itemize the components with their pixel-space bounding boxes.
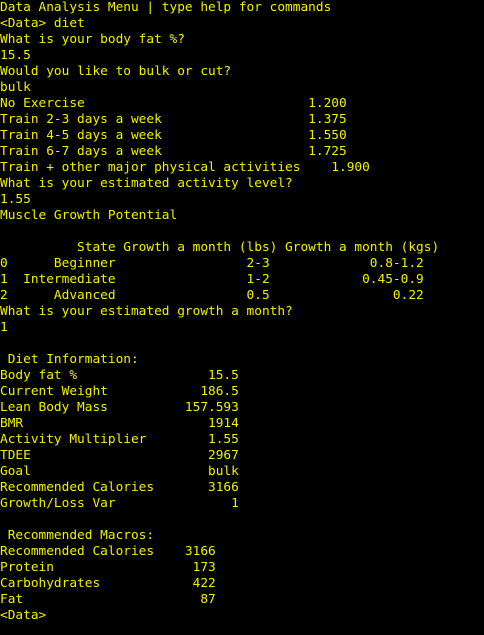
bulk-cut-answer: bulk <box>0 80 31 95</box>
growth-question: What is your estimated growth a month? <box>0 304 293 319</box>
growth-table-row: 2 Advanced 0.5 0.22 <box>0 288 424 303</box>
input-prompt[interactable]: <Data> <box>0 608 484 624</box>
growth-answer: 1 <box>0 320 8 335</box>
bulk-cut-question: Would you like to bulk or cut? <box>0 64 232 79</box>
diet-info-row: Lean Body Mass 157.593 <box>0 400 239 415</box>
diet-info-heading: Diet Information: <box>0 352 139 367</box>
macros-row: Fat 87 <box>0 592 216 607</box>
activity-option: Train 4-5 days a week 1.550 <box>0 128 347 143</box>
terminal-window[interactable]: Data Analysis Menu | type help for comma… <box>0 0 484 635</box>
diet-info-row: Growth/Loss Var 1 <box>0 496 239 511</box>
activity-option: Train 2-3 days a week 1.375 <box>0 112 347 127</box>
growth-table-header: State Growth a month (lbs) Growth a mont… <box>0 240 440 255</box>
diet-info-row: Goal bulk <box>0 464 239 479</box>
diet-info-row: Body fat % 15.5 <box>0 368 239 383</box>
menu-header: Data Analysis Menu | type help for comma… <box>0 0 332 15</box>
diet-info-row: Current Weight 186.5 <box>0 384 239 399</box>
diet-info-row: BMR 1914 <box>0 416 239 431</box>
diet-info-row: TDEE 2967 <box>0 448 239 463</box>
macros-row: Recommended Calories 3166 <box>0 544 216 559</box>
macros-heading: Recommended Macros: <box>0 528 155 543</box>
growth-table-row: 1 Intermediate 1-2 0.45-0.9 <box>0 272 424 287</box>
growth-table-row: 0 Beginner 2-3 0.8-1.2 <box>0 256 424 271</box>
command-prompt: <Data> diet <box>0 16 85 31</box>
muscle-growth-heading: Muscle Growth Potential <box>0 208 178 223</box>
diet-info-row: Recommended Calories 3166 <box>0 480 239 495</box>
activity-level-answer: 1.55 <box>0 192 31 207</box>
body-fat-question: What is your body fat %? <box>0 32 185 47</box>
activity-option: No Exercise 1.200 <box>0 96 347 111</box>
activity-option: Train + other major physical activities … <box>0 160 370 175</box>
activity-option: Train 6-7 days a week 1.725 <box>0 144 347 159</box>
body-fat-answer: 15.5 <box>0 48 31 63</box>
diet-info-row: Activity Multiplier 1.55 <box>0 432 239 447</box>
macros-row: Protein 173 <box>0 560 216 575</box>
macros-row: Carbohydrates 422 <box>0 576 216 591</box>
activity-level-question: What is your estimated activity level? <box>0 176 293 191</box>
